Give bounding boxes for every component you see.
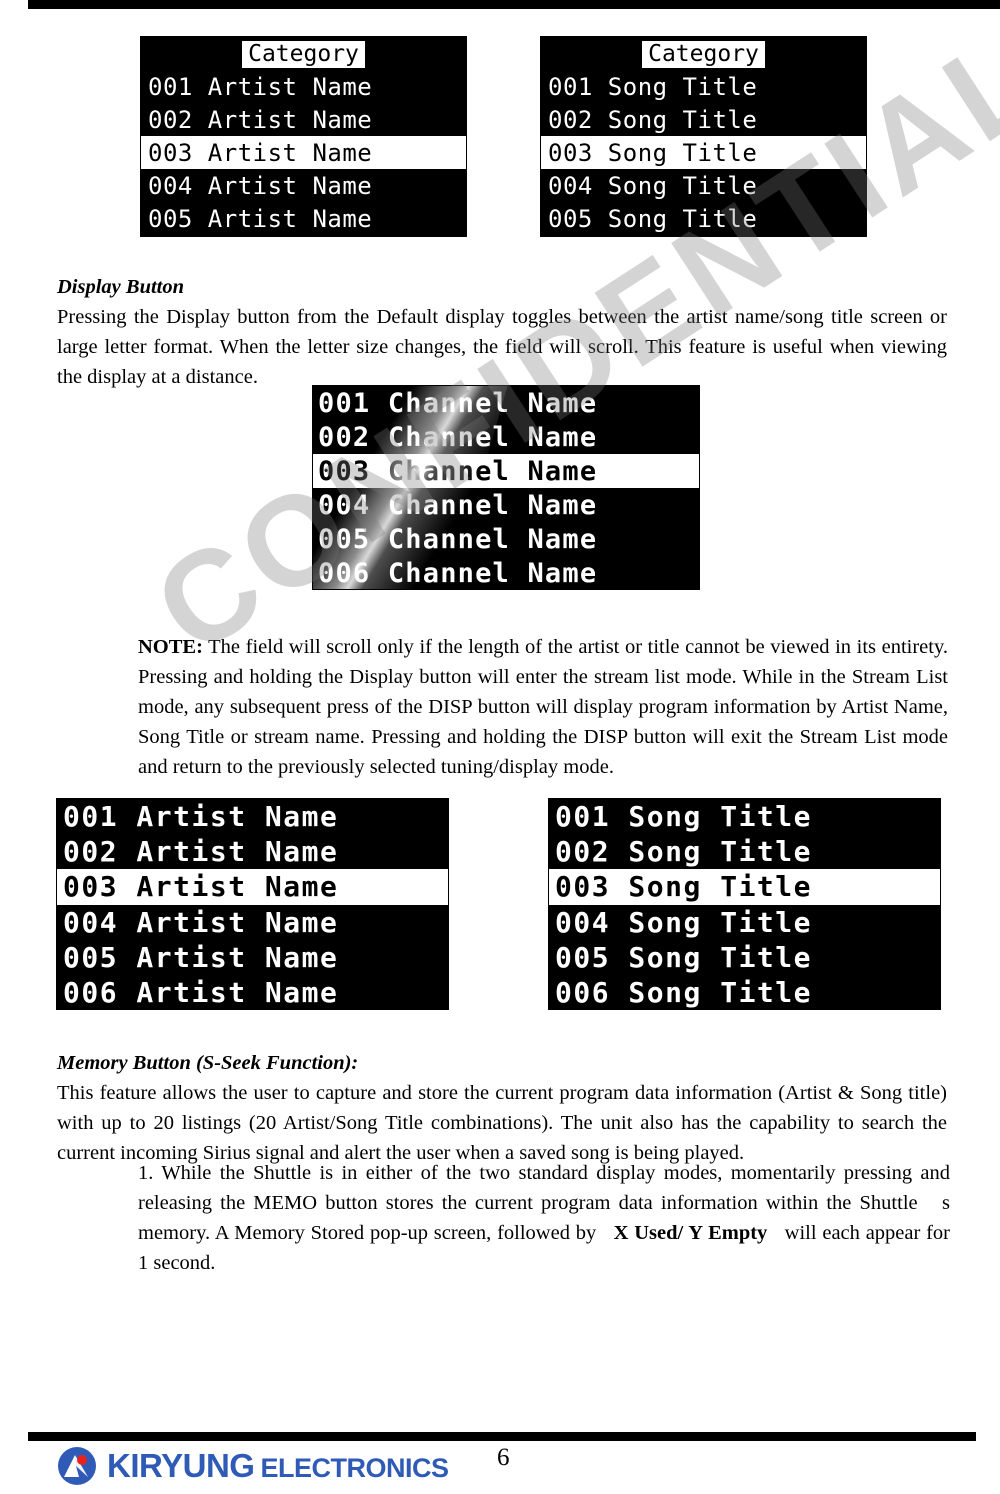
category-header-bar: Category xyxy=(541,37,866,70)
lcd-list-row[interactable]: 004 Artist Name xyxy=(141,169,466,202)
header-rule xyxy=(28,0,1000,9)
page-number: 6 xyxy=(497,1444,510,1471)
lcd-rows: 001 Channel Name 002 Channel Name 003 Chan… xyxy=(313,386,699,589)
memory-button-body: This feature allows the user to capture … xyxy=(57,1082,947,1164)
lcd-large-song-panel: 001 Song Title 002 Song Title 003 Song Tit… xyxy=(548,798,941,1010)
lcd-list-row[interactable]: 001 Artist Name xyxy=(141,70,466,103)
lcd-list-row[interactable]: 001 Song Title xyxy=(541,70,866,103)
footer-rule xyxy=(28,1432,976,1441)
lcd-list-row[interactable]: 002 Song Title xyxy=(549,834,940,870)
brand-secondary: ELECTRONICS xyxy=(260,1453,449,1483)
lcd-rows: 001 Artist Name 002 Artist Name 003 Artist… xyxy=(141,70,466,235)
section-display-button: Display Button Pressing the Display butt… xyxy=(57,272,947,392)
lcd-rows: 001 Song Title 002 Song Title 003 Song Tit… xyxy=(549,799,940,1009)
lcd-list-row[interactable]: 004 Song Title xyxy=(541,169,866,202)
lcd-category-artist-panel: Category 001 Artist Name 002 Artist Name 0… xyxy=(140,36,467,237)
company-name: KIRYUNG ELECTRONICS xyxy=(107,1447,449,1485)
lcd-list-row[interactable]: 001 Song Title xyxy=(549,799,940,835)
lcd-list-row[interactable]: 005 Artist Name xyxy=(141,202,466,235)
lcd-list-row[interactable]: 004 Artist Name xyxy=(57,904,448,940)
lcd-rows: 001 Artist Name 002 Artist Name 003 Artist… xyxy=(57,799,448,1009)
lcd-category-song-panel: Category 001 Song Title 002 Song Title 003… xyxy=(540,36,867,237)
lcd-list-row[interactable]: 002 Channel Name xyxy=(313,420,699,454)
lcd-list-row[interactable]: 005 Song Title xyxy=(549,939,940,975)
lcd-list-row[interactable]: 005 Channel Name xyxy=(313,522,699,556)
lcd-list-row[interactable]: 002 Song Title xyxy=(541,103,866,136)
lcd-list-row[interactable]: 004 Song Title xyxy=(549,904,940,940)
lcd-list-row[interactable]: 003 Artist Name xyxy=(57,869,448,905)
lcd-list-row[interactable]: 002 Artist Name xyxy=(57,834,448,870)
lcd-list-row[interactable]: 003 Artist Name xyxy=(141,136,466,169)
step1-emphasis: X Used/ Y Empty xyxy=(613,1222,768,1244)
display-button-heading: Display Button xyxy=(57,276,185,298)
category-label: Category xyxy=(241,40,366,69)
note-body: The field will scroll only if the length… xyxy=(138,636,948,778)
category-label: Category xyxy=(641,40,766,69)
brand-primary: KIRYUNG xyxy=(107,1447,255,1484)
lcd-channel-name-panel: 001 Channel Name 002 Channel Name 003 Chan… xyxy=(312,385,700,590)
lcd-rows: 001 Song Title 002 Song Title 003 Song Tit… xyxy=(541,70,866,235)
section-note: NOTE: The field will scroll only if the … xyxy=(138,632,948,782)
lcd-list-row[interactable]: 005 Song Title xyxy=(541,202,866,235)
lcd-list-row[interactable]: 003 Song Title xyxy=(549,869,940,905)
lcd-list-row[interactable]: 006 Artist Name xyxy=(57,974,448,1009)
section-memory-step-1: 1. While the Shuttle is in either of the… xyxy=(138,1158,950,1278)
kiryung-logo-icon xyxy=(57,1446,97,1486)
lcd-list-row[interactable]: 003 Channel Name xyxy=(313,454,699,488)
lcd-list-row[interactable]: 006 Channel Name xyxy=(313,556,699,589)
step1-part1: 1. While the Shuttle is in either of the… xyxy=(138,1162,950,1214)
lcd-list-row[interactable]: 004 Channel Name xyxy=(313,488,699,522)
company-logo: KIRYUNG ELECTRONICS xyxy=(57,1446,449,1486)
memory-button-heading: Memory Button (S-Seek Function): xyxy=(57,1052,359,1074)
display-button-body: Pressing the Display button from the Def… xyxy=(57,306,947,388)
lcd-list-row[interactable]: 002 Artist Name xyxy=(141,103,466,136)
category-header-bar: Category xyxy=(141,37,466,70)
section-memory-button: Memory Button (S-Seek Function): This fe… xyxy=(57,1048,947,1168)
lcd-list-row[interactable]: 003 Song Title xyxy=(541,136,866,169)
lcd-large-artist-panel: 001 Artist Name 002 Artist Name 003 Artist… xyxy=(56,798,449,1010)
lcd-list-row[interactable]: 005 Artist Name xyxy=(57,939,448,975)
lcd-list-row[interactable]: 001 Artist Name xyxy=(57,799,448,835)
lcd-list-row[interactable]: 006 Song Title xyxy=(549,974,940,1009)
note-label: NOTE: xyxy=(138,636,203,658)
